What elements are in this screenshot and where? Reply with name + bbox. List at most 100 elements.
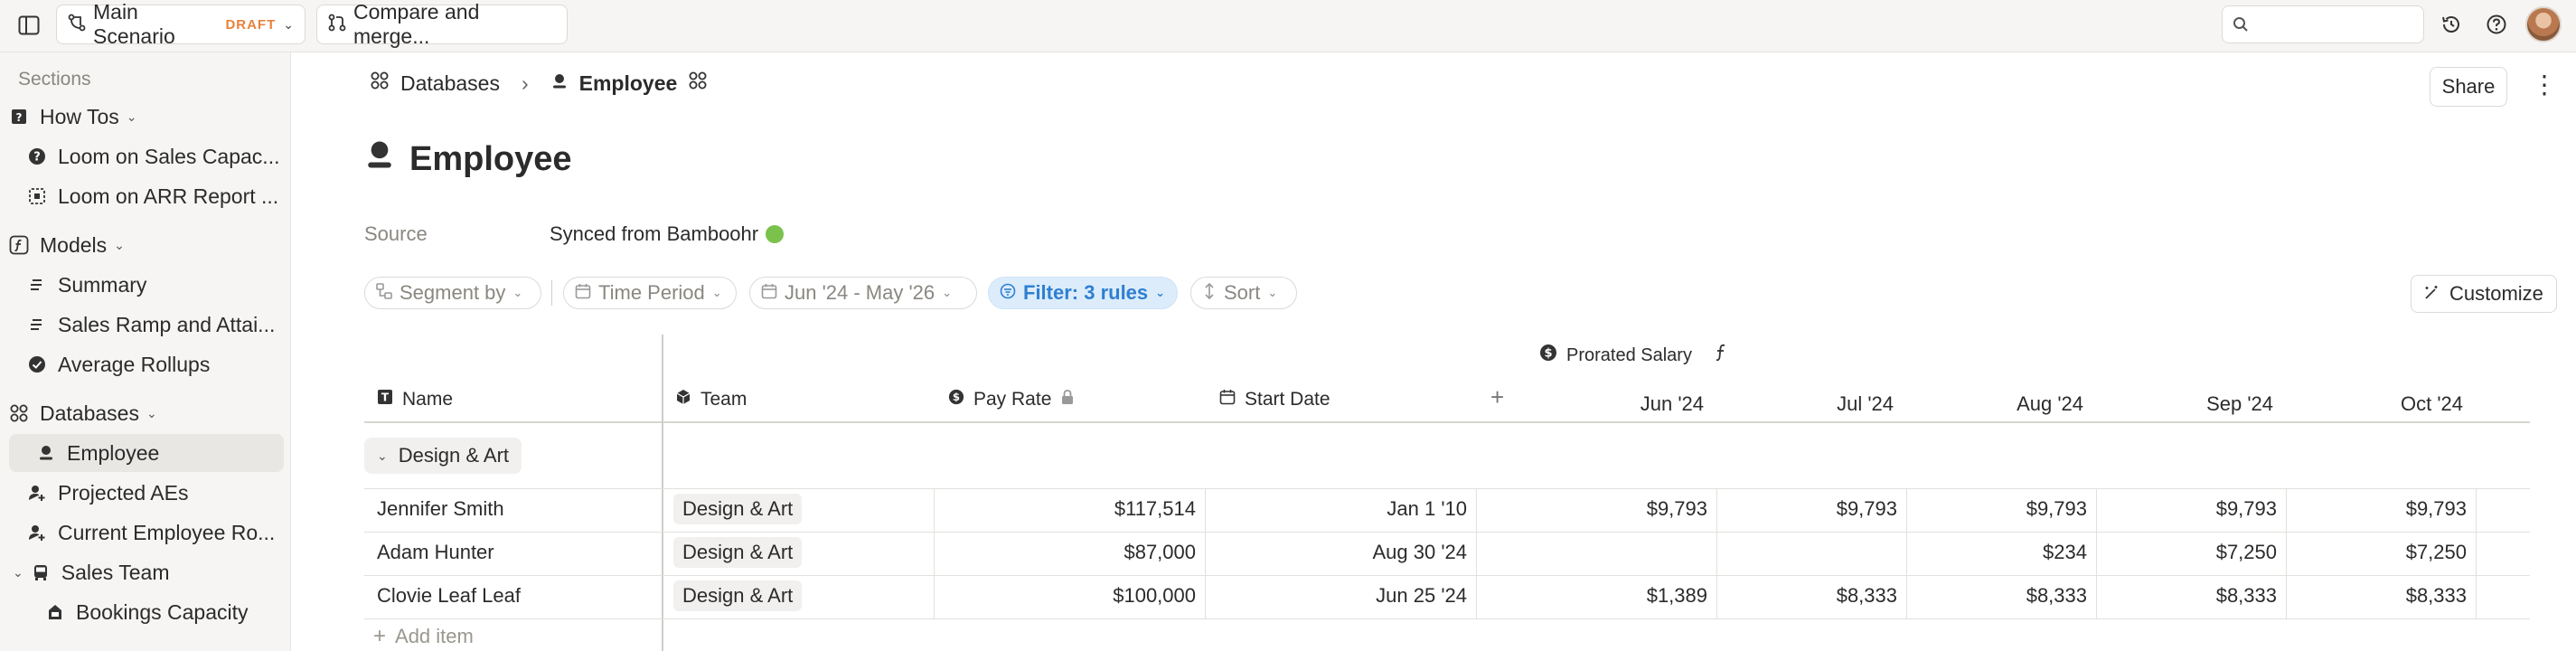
column-header-pay-rate[interactable]: $ Pay Rate	[948, 389, 1075, 410]
sidebar-item-models[interactable]: Models ⌄	[9, 226, 284, 264]
compare-merge-label: Compare and merge...	[353, 0, 480, 48]
avatar[interactable]	[2525, 6, 2562, 42]
group-label: Design & Art	[398, 444, 510, 467]
cell-start-date[interactable]: Jun 25 '24	[1214, 584, 1467, 608]
sidebar-item-loom-arr-report[interactable]: Loom on ARR Report ...	[27, 177, 284, 215]
row-divider	[364, 532, 1550, 533]
database-grid-icon[interactable]	[688, 71, 708, 96]
row-divider	[1527, 488, 2530, 489]
sidebar-item-label: Loom on ARR Report ...	[58, 184, 279, 208]
time-period-button[interactable]: Time Period ⌄	[563, 277, 737, 309]
add-item-label: Add item	[395, 625, 474, 647]
history-icon[interactable]	[2439, 12, 2464, 37]
sidebar-item-employee[interactable]: Employee	[9, 434, 284, 472]
sidebar-item-label: Current Employee Ro...	[58, 520, 276, 544]
chevron-down-icon: ⌄	[126, 108, 137, 124]
cell-salary[interactable]: $8,333	[2295, 584, 2467, 608]
customize-button[interactable]: Customize	[2411, 275, 2557, 313]
cell-start-date[interactable]: Aug 30 '24	[1214, 541, 1467, 564]
month-header: Sep '24	[2206, 392, 2273, 415]
cell-salary[interactable]: $9,793	[1536, 497, 1707, 521]
chevron-down-icon: ⌄	[942, 286, 953, 299]
search-input[interactable]	[2222, 5, 2424, 43]
calendar-icon	[575, 281, 591, 305]
sidebar-item-projected-aes[interactable]: Projected AEs	[27, 474, 284, 512]
text-type-icon: T	[377, 389, 393, 410]
scenario-name: Main Scenario	[93, 0, 175, 48]
sidebar-item-summary[interactable]: Summary	[27, 266, 284, 304]
cell-team[interactable]: Design & Art	[673, 537, 803, 568]
add-column-button[interactable]: +	[1490, 383, 1504, 411]
cell-salary[interactable]: $8,333	[2105, 584, 2277, 608]
breadcrumb-employee[interactable]: Employee	[579, 71, 678, 96]
plus-icon: +	[373, 624, 387, 648]
person-icon	[36, 443, 56, 463]
breadcrumb: Databases › Employee	[370, 71, 708, 96]
model-lines-icon	[27, 315, 47, 335]
header-divider	[1527, 421, 2530, 423]
column-header-team[interactable]: Team	[675, 389, 747, 410]
cell-team[interactable]: Design & Art	[673, 494, 803, 524]
sidebar-item-sales-ramp[interactable]: Sales Ramp and Attai...	[27, 306, 284, 344]
add-item-button[interactable]: + Add item	[373, 624, 474, 649]
sidebar-item-loom-sales-capacity[interactable]: ? Loom on Sales Capac...	[27, 137, 284, 175]
prorated-salary-header[interactable]: $ Prorated Salary	[1539, 344, 1728, 367]
cell-salary[interactable]: $9,793	[1725, 497, 1897, 521]
help-icon[interactable]	[2484, 12, 2509, 37]
sidebar-item-current-employee-roster[interactable]: Current Employee Ro...	[27, 514, 284, 552]
sidebar-item-label: Sales Team	[61, 560, 170, 584]
cell-pay-rate[interactable]: $87,000	[943, 541, 1196, 564]
sidebar-item-label: Databases	[40, 401, 139, 425]
sort-button[interactable]: Sort ⌄	[1190, 277, 1297, 309]
compare-merge-button[interactable]: Compare and merge...	[316, 0, 568, 48]
sidebar-item-sales-team[interactable]: ⌄ Sales Team	[9, 553, 284, 591]
cell-salary[interactable]: $9,793	[2295, 497, 2467, 521]
sidebar-item-average-rollups[interactable]: Average Rollups	[27, 345, 284, 383]
chevron-down-icon: ⌄	[1267, 286, 1278, 299]
cell-salary[interactable]: $9,793	[2105, 497, 2277, 521]
sidebar-item-bookings-capacity[interactable]: Bookings Capacity	[45, 593, 284, 631]
filter-label: Filter: 3 rules	[1023, 281, 1149, 304]
group-header[interactable]: ⌄ Design & Art	[364, 438, 522, 474]
share-button[interactable]: Share	[2430, 67, 2507, 107]
row-divider	[1527, 575, 2530, 576]
chevron-down-icon: ⌄	[512, 286, 523, 299]
cell-pay-rate[interactable]: $117,514	[943, 497, 1196, 521]
segment-icon	[376, 281, 392, 305]
chevron-down-icon: ⌄	[711, 286, 722, 299]
row-divider	[364, 575, 1550, 576]
cell-salary[interactable]: $9,793	[1915, 497, 2087, 521]
breadcrumb-databases[interactable]: Databases	[400, 71, 500, 96]
segment-by-button[interactable]: Segment by ⌄	[364, 277, 541, 309]
cell-pay-rate[interactable]: $100,000	[943, 584, 1196, 608]
svg-text:?: ?	[16, 111, 23, 124]
filter-button[interactable]: Filter: 3 rules ⌄	[988, 277, 1178, 309]
cell-name[interactable]: Adam Hunter	[377, 541, 494, 564]
main-content: Databases › Employee Share ⋮ Employee So…	[292, 52, 2576, 651]
cell-name[interactable]: Clovie Leaf Leaf	[377, 584, 521, 608]
date-range-button[interactable]: Jun '24 - May '26 ⌄	[749, 277, 977, 309]
cell-salary[interactable]: $8,333	[1915, 584, 2087, 608]
cell-salary[interactable]: $7,250	[2295, 541, 2467, 564]
more-options-icon[interactable]: ⋮	[2532, 72, 2557, 98]
sidebar-item-databases[interactable]: Databases ⌄	[9, 394, 284, 432]
sidebar-toggle-icon[interactable]	[16, 13, 42, 38]
cell-team[interactable]: Design & Art	[673, 580, 803, 611]
merge-icon	[328, 13, 346, 37]
column-header-start-date[interactable]: Start Date	[1219, 389, 1330, 410]
cell-salary[interactable]: $7,250	[2105, 541, 2277, 564]
scenario-selector[interactable]: Main Scenario DRAFT ⌄	[56, 0, 306, 48]
dollar-circle-icon: $	[948, 389, 964, 410]
sidebar-item-how-tos[interactable]: ? How Tos ⌄	[9, 98, 284, 136]
cell-start-date[interactable]: Jan 1 '10	[1214, 497, 1467, 521]
cell-name[interactable]: Jennifer Smith	[377, 497, 504, 521]
cell-salary[interactable]: $234	[1915, 541, 2087, 564]
cell-salary[interactable]: $1,389	[1536, 584, 1707, 608]
dollar-circle-icon: $	[1539, 344, 1557, 367]
cell-salary[interactable]: $8,333	[1725, 584, 1897, 608]
column-header-name[interactable]: T Name	[377, 389, 453, 410]
page-title: Employee	[364, 139, 572, 179]
sort-icon	[1202, 281, 1217, 305]
person-icon	[550, 71, 569, 96]
date-range-label: Jun '24 - May '26	[785, 281, 935, 304]
